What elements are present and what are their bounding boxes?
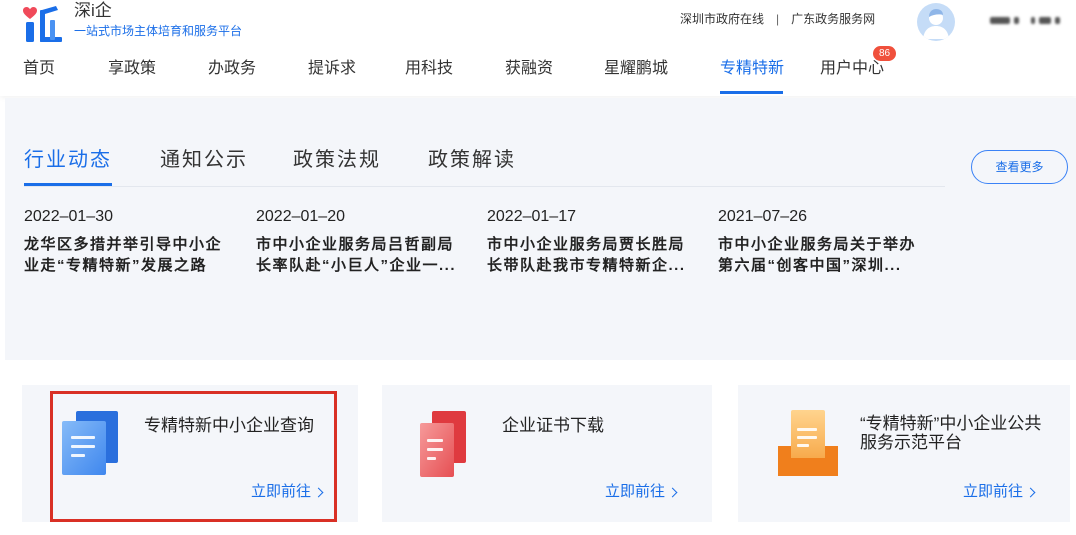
- document-red-icon: [420, 411, 468, 482]
- nav-item-star-city[interactable]: 星耀鹏城: [604, 58, 668, 80]
- news-date: 2022–01–20: [256, 208, 345, 225]
- external-links: 深圳市政府在线 | 广东政务服务网: [680, 11, 875, 27]
- logo-icon[interactable]: [22, 4, 64, 44]
- avatar[interactable]: [917, 3, 955, 41]
- news-date: 2022–01–17: [487, 208, 576, 225]
- news-title[interactable]: 市中小企业服务局吕哲副局 长率队赴“小巨人”企业一...: [256, 234, 478, 276]
- chevron-right-icon: [313, 487, 324, 497]
- document-blue-icon: [62, 411, 120, 480]
- go-now-label: 立即前往: [250, 483, 311, 500]
- user-icon: [923, 9, 949, 39]
- service-card-certificate-download[interactable]: 企业证书下载 立即前往: [382, 385, 712, 522]
- news-title[interactable]: 龙华区多措并举引导中小企 业走“专精特新”发展之路: [24, 234, 246, 276]
- nav-item-financing[interactable]: 获融资: [505, 58, 553, 80]
- nav-item-government-affairs[interactable]: 办政务: [208, 58, 256, 80]
- service-card-enterprise-query[interactable]: 专精特新中小企业查询 立即前往: [22, 385, 358, 522]
- tab-notices[interactable]: 通知公示: [160, 147, 248, 173]
- nav-item-policies[interactable]: 享政策: [108, 58, 156, 80]
- brand-name[interactable]: 深i企: [74, 1, 112, 21]
- service-card-title: 企业证书下载: [502, 416, 604, 435]
- go-now-label: 立即前往: [962, 483, 1023, 500]
- document-tray-orange-icon: [778, 410, 838, 481]
- nav-item-home[interactable]: 首页: [23, 58, 55, 80]
- news-item[interactable]: 2022–01–20 市中小企业服务局吕哲副局 长率队赴“小巨人”企业一...: [256, 207, 478, 276]
- nav-item-user-center[interactable]: 用户中心: [820, 58, 884, 80]
- tab-divider: [24, 186, 945, 187]
- nav-item-specialized[interactable]: 专精特新: [720, 58, 784, 80]
- nav-active-indicator: [720, 91, 783, 94]
- link-shenzhen-gov-online[interactable]: 深圳市政府在线: [680, 11, 764, 27]
- view-more-button[interactable]: 查看更多: [971, 150, 1068, 184]
- news-title[interactable]: 市中小企业服务局关于举办 第六届“创客中国”深圳...: [718, 234, 940, 276]
- tab-industry-news[interactable]: 行业动态: [24, 147, 112, 173]
- news-item[interactable]: 2022–01–30 龙华区多措并举引导中小企 业走“专精特新”发展之路: [24, 207, 246, 276]
- nav-item-appeals[interactable]: 提诉求: [308, 58, 356, 80]
- main-nav: 首页 享政策 办政务 提诉求 用科技 获融资 星耀鹏城 专精特新 用户中心 86: [0, 46, 1076, 95]
- brand-tagline: 一站式市场主体培育和服务平台: [74, 24, 243, 38]
- news-title[interactable]: 市中小企业服务局贾长胜局 长带队赴我市专精特新企...: [487, 234, 709, 276]
- tab-regulations[interactable]: 政策法规: [293, 147, 381, 173]
- go-now-link[interactable]: 立即前往: [604, 482, 678, 502]
- chevron-right-icon: [667, 487, 678, 497]
- username-redacted[interactable]: [990, 13, 1068, 27]
- tab-active-indicator: [24, 183, 112, 186]
- top-header: 深i企 一站式市场主体培育和服务平台 深圳市政府在线 | 广东政务服务网 首页 …: [0, 0, 1076, 96]
- link-guangdong-gov-service[interactable]: 广东政务服务网: [791, 11, 875, 27]
- service-card-title: 专精特新中小企业查询: [144, 416, 314, 435]
- go-now-link[interactable]: 立即前往: [250, 482, 324, 502]
- tab-policy-interpretation[interactable]: 政策解读: [428, 147, 516, 173]
- news-date: 2021–07–26: [718, 208, 807, 225]
- news-panel: 行业动态 通知公示 政策法规 政策解读 查看更多 2022–01–30 龙华区多…: [5, 98, 1076, 360]
- news-date: 2022–01–30: [24, 208, 113, 225]
- news-item[interactable]: 2022–01–17 市中小企业服务局贾长胜局 长带队赴我市专精特新企...: [487, 207, 709, 276]
- service-card-title: “专精特新”中小企业公共 服务示范平台: [860, 414, 1042, 452]
- service-card-public-service-platform[interactable]: “专精特新”中小企业公共 服务示范平台 立即前往: [738, 385, 1070, 522]
- go-now-link[interactable]: 立即前往: [962, 482, 1036, 502]
- go-now-label: 立即前往: [604, 483, 665, 500]
- chevron-right-icon: [1025, 487, 1036, 497]
- notification-badge[interactable]: 86: [873, 46, 896, 61]
- news-item[interactable]: 2021–07–26 市中小企业服务局关于举办 第六届“创客中国”深圳...: [718, 207, 940, 276]
- link-separator: |: [776, 12, 780, 26]
- nav-item-technology[interactable]: 用科技: [405, 58, 453, 80]
